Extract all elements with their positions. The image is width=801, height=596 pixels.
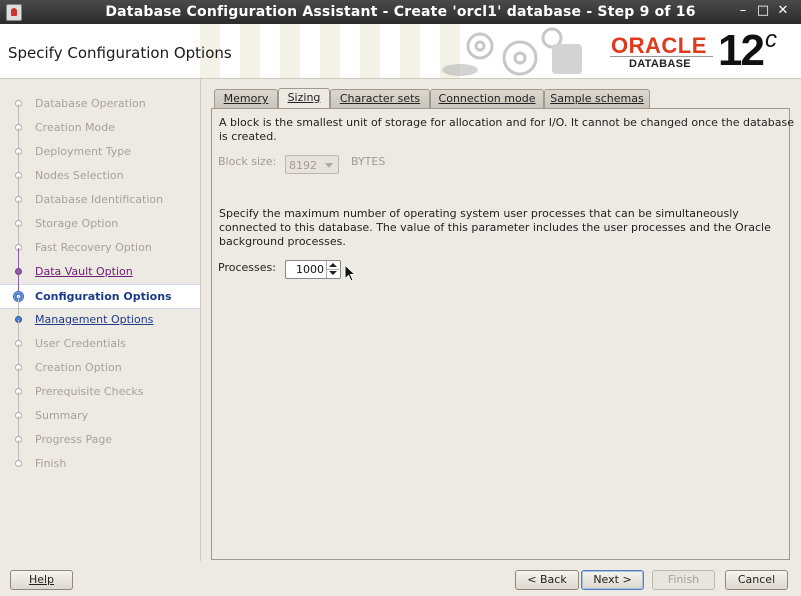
step-label: Summary [35,409,89,422]
processes-label: Processes: [218,261,276,274]
version-logo: 12c [718,26,777,76]
step-label[interactable]: Data Vault Option [35,265,133,278]
step-label: Finish [35,457,67,470]
step-finish: Finish [0,440,200,476]
header-banner: Specify Configuration Options ORACLE DAT… [0,24,801,79]
button-label: < Back [527,573,567,586]
oracle-logo-subtext: DATABASE [629,58,691,70]
processes-description-line1: Specify the maximum number of operating … [219,207,739,220]
step-label: User Credentials [35,337,126,350]
step-deployment-type: Deployment Type [0,128,200,164]
step-configuration-options[interactable]: Configuration Options [0,273,200,309]
processes-input[interactable] [288,262,324,277]
window-title: Database Configuration Assistant - Creat… [105,4,696,20]
step-label: Nodes Selection [35,169,124,182]
block-size-dropdown: 8192 [285,155,339,174]
sizing-panel [211,108,790,560]
processes-description-line2: connected to this database. The value of… [219,221,771,234]
tab-memory[interactable]: Memory [214,89,278,108]
step-label: Storage Option [35,217,119,230]
block-size-value: 8192 [289,159,317,172]
step-creation-option: Creation Option [0,344,200,380]
tab-connection-mode[interactable]: Connection mode [430,89,544,108]
step-label: Creation Option [35,361,122,374]
step-label[interactable]: Management Options [35,313,153,326]
logo-divider [610,56,713,57]
tab-label: Character sets [339,92,421,105]
button-label: Help [28,573,55,586]
step-dot-icon [15,460,22,467]
step-user-credentials: User Credentials [0,320,200,356]
step-label: Creation Mode [35,121,116,134]
spinner-up-icon[interactable] [326,261,339,269]
step-label: Configuration Options [35,290,172,303]
block-size-unit: BYTES [351,155,386,168]
block-size-label: Block size: [218,155,277,168]
sidebar-divider [200,79,201,561]
version-suffix: c [764,26,777,53]
chevron-down-icon [325,163,333,168]
step-label: Database Operation [35,97,146,110]
step-label: Fast Recovery Option [35,241,152,254]
finish-button: Finish [652,570,715,590]
processes-spinner[interactable] [285,260,341,279]
step-database-operation: Database Operation [0,92,200,116]
step-creation-mode: Creation Mode [0,104,200,140]
step-summary: Summary [0,392,200,428]
tab-label: Connection mode [438,92,536,105]
cancel-button[interactable]: Cancel [725,570,788,590]
block-size-description-line1: A block is the smallest unit of storage … [219,116,794,129]
header-decoration [200,24,480,78]
tab-sample-schemas[interactable]: Sample schemas [544,89,650,108]
block-size-description-line2: is created. [219,130,277,143]
version-number: 12 [718,26,765,75]
close-icon[interactable]: ✕ [775,3,791,19]
step-nodes-selection: Nodes Selection [0,152,200,188]
page-title: Specify Configuration Options [8,44,232,62]
step-label: Database Identification [35,193,164,206]
step-label: Deployment Type [35,145,132,158]
processes-description-line3: background processes. [219,235,346,248]
spinner-down-icon[interactable] [326,269,339,278]
maximize-icon[interactable]: □ [755,3,771,19]
step-prerequisite-checks: Prerequisite Checks [0,368,200,404]
step-fast-recovery-option: Fast Recovery Option [0,224,200,260]
window-title-bar[interactable]: Database Configuration Assistant - Creat… [0,0,801,24]
button-label: Finish [667,573,700,586]
step-database-identification: Database Identification [0,176,200,212]
tab-character-sets[interactable]: Character sets [330,89,430,108]
next-button[interactable]: Next > [581,570,644,590]
tab-label: Memory [223,92,269,105]
gears-graphic-icon [442,27,582,76]
button-label: Cancel [737,573,776,586]
back-button[interactable]: < Back [515,570,579,590]
mouse-pointer-icon [344,264,356,282]
button-label: Next > [593,573,632,586]
step-data-vault-option[interactable]: Data Vault Option [0,248,200,284]
step-label: Progress Page [35,433,113,446]
tab-label: Sample schemas [550,92,644,105]
step-storage-option: Storage Option [0,200,200,236]
step-progress-page: Progress Page [0,416,200,452]
step-management-options[interactable]: Management Options [0,296,200,332]
steps-sidebar: Database Operation Creation Mode Deploym… [0,79,200,561]
minimize-icon[interactable]: – [735,3,751,19]
tab-sizing[interactable]: Sizing [278,88,330,109]
tab-label: Sizing [287,91,321,104]
step-label: Prerequisite Checks [35,385,144,398]
help-button[interactable]: Help [10,570,73,590]
